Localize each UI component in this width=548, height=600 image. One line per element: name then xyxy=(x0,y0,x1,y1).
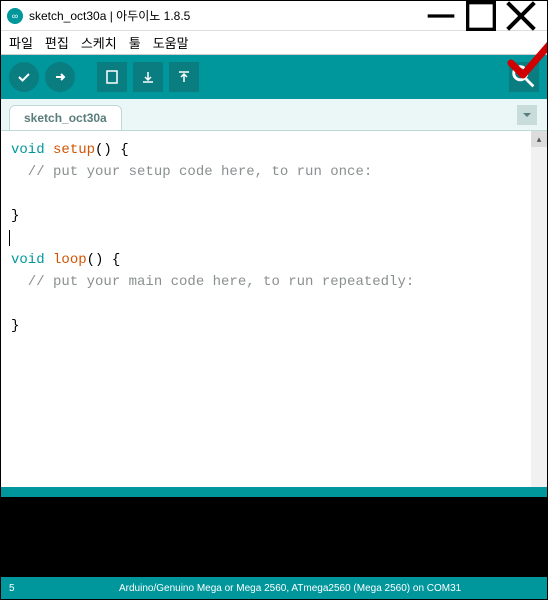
open-sketch-button[interactable] xyxy=(133,62,163,92)
titlebar: ∞ sketch_oct30a | 아두이노 1.8.5 xyxy=(1,1,547,31)
function-name: setup xyxy=(45,142,95,158)
minimize-button[interactable] xyxy=(421,2,461,30)
comment: // put your main code here, to run repea… xyxy=(11,274,414,290)
code-text: () { xyxy=(87,252,121,268)
menu-tools[interactable]: 툴 xyxy=(129,33,141,52)
save-sketch-button[interactable] xyxy=(169,62,199,92)
arduino-logo-icon: ∞ xyxy=(7,8,23,24)
code-text: () { xyxy=(95,142,129,158)
keyword: void xyxy=(11,252,45,268)
maximize-button[interactable] xyxy=(461,2,501,30)
message-bar xyxy=(1,487,547,497)
code-text: } xyxy=(11,318,19,334)
status-line-number: 5 xyxy=(9,583,39,594)
code-text: } xyxy=(11,208,19,224)
vertical-scrollbar[interactable]: ▴ xyxy=(531,131,547,487)
serial-monitor-button[interactable] xyxy=(509,62,539,92)
arduino-ide-window: ∞ sketch_oct30a | 아두이노 1.8.5 파일 편집 스케치 툴… xyxy=(0,0,548,600)
menu-file[interactable]: 파일 xyxy=(9,33,33,52)
code-editor[interactable]: void setup() { // put your setup code he… xyxy=(1,131,531,487)
status-board-info: Arduino/Genuino Mega or Mega 2560, ATmeg… xyxy=(39,583,539,594)
verify-button[interactable] xyxy=(9,62,39,92)
window-controls xyxy=(421,2,541,30)
text-cursor xyxy=(9,230,10,246)
close-button[interactable] xyxy=(501,2,541,30)
comment: // put your setup code here, to run once… xyxy=(11,164,372,180)
menubar: 파일 편집 스케치 툴 도움말 xyxy=(1,31,547,55)
upload-button[interactable] xyxy=(45,62,75,92)
new-sketch-button[interactable] xyxy=(97,62,127,92)
sketch-tab[interactable]: sketch_oct30a xyxy=(9,105,122,130)
menu-help[interactable]: 도움말 xyxy=(153,33,189,52)
keyword: void xyxy=(11,142,45,158)
console-output[interactable] xyxy=(1,497,547,577)
toolbar xyxy=(1,55,547,99)
menu-edit[interactable]: 편집 xyxy=(45,33,69,52)
editor-area: void setup() { // put your setup code he… xyxy=(1,131,547,487)
function-name: loop xyxy=(45,252,87,268)
tabbar: sketch_oct30a xyxy=(1,99,547,131)
window-title: sketch_oct30a | 아두이노 1.8.5 xyxy=(29,7,421,24)
statusbar: 5 Arduino/Genuino Mega or Mega 2560, ATm… xyxy=(1,577,547,599)
tab-menu-button[interactable] xyxy=(517,105,537,125)
scroll-up-button[interactable]: ▴ xyxy=(531,131,547,147)
menu-sketch[interactable]: 스케치 xyxy=(81,33,117,52)
